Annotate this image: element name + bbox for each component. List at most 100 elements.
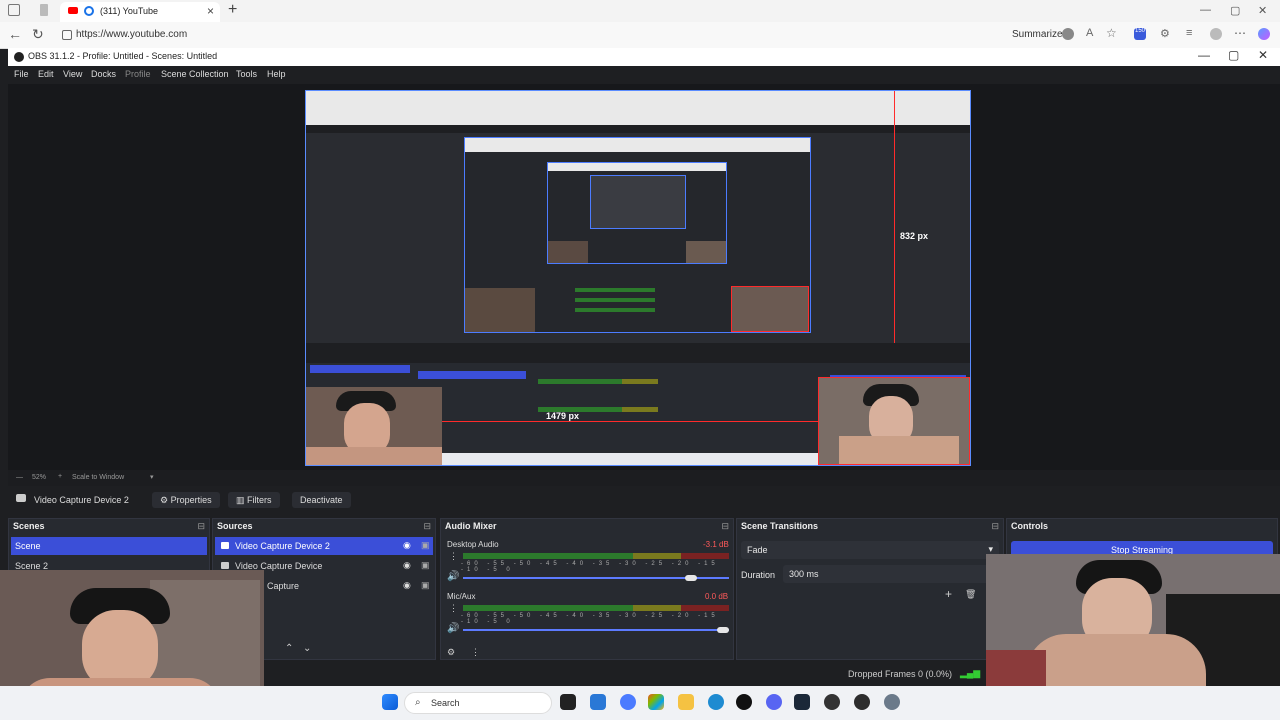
refresh-icon[interactable]: ↻	[32, 26, 44, 43]
scene-transitions-title: Scene Transitions	[741, 521, 819, 531]
minimize-icon[interactable]: —	[1200, 4, 1211, 16]
summarize-button[interactable]: Summarize	[1012, 29, 1063, 40]
url-field[interactable]: https://www.youtube.com	[76, 29, 187, 40]
obs-window-title: OBS 31.1.2 - Profile: Untitled - Scenes:…	[28, 51, 218, 61]
deactivate-button[interactable]: Deactivate	[292, 492, 351, 508]
channel-menu-icon[interactable]: ⋮	[449, 551, 458, 562]
file-explorer-icon[interactable]	[678, 694, 694, 710]
visibility-eye-icon[interactable]: ◉	[403, 560, 411, 571]
discord-icon[interactable]	[766, 694, 782, 710]
mixer-menu-icon[interactable]: ⋮	[471, 647, 480, 658]
search-icon: ⌕	[415, 697, 421, 708]
menu-help[interactable]: Help	[267, 69, 286, 79]
audio-mixer-title: Audio Mixer	[445, 521, 497, 531]
transition-select[interactable]: Fade ▾	[741, 541, 999, 559]
window-menu-icon[interactable]	[8, 4, 20, 16]
scale-mode-dropdown[interactable]: Scale to Window	[72, 474, 124, 481]
copilot-sidebar-icon[interactable]	[1258, 28, 1270, 40]
task-view-icon[interactable]	[560, 694, 576, 710]
maximize-icon[interactable]: ▢	[1230, 4, 1240, 17]
lock-icon[interactable]: ▣	[421, 580, 430, 591]
obs-minimize-icon[interactable]: —	[1198, 48, 1210, 62]
extensions-icon[interactable]: ⚙	[1160, 27, 1172, 40]
more-icon[interactable]: ⋯	[1234, 26, 1246, 40]
webcam-overlay-right	[986, 554, 1280, 686]
camera-source-selected[interactable]	[818, 377, 970, 465]
dock-undock-icon[interactable]: ⊟	[721, 521, 729, 532]
add-transition-icon[interactable]: +	[945, 587, 952, 601]
volume-slider-handle[interactable]	[717, 627, 729, 633]
meter-scale: -60 -55 -50 -45 -40 -35 -30 -25 -20 -15 …	[461, 561, 719, 573]
start-icon[interactable]	[382, 694, 398, 710]
new-tab-button[interactable]: +	[228, 1, 237, 19]
favorites-icon[interactable]: ≡	[1186, 27, 1198, 39]
menu-edit[interactable]: Edit	[38, 69, 54, 79]
source-item[interactable]: Video Capture Device 2 ◉ ▣	[215, 537, 433, 555]
zoom-out-icon[interactable]: —	[16, 474, 23, 481]
settings-icon[interactable]	[884, 694, 900, 710]
taskbar-search[interactable]: ⌕ Search	[404, 692, 552, 714]
menu-profile[interactable]: Profile	[125, 69, 151, 79]
menu-tools[interactable]: Tools	[236, 69, 257, 79]
obs-title-bar: OBS 31.1.2 - Profile: Untitled - Scenes:…	[8, 48, 1280, 66]
channel-menu-icon[interactable]: ⋮	[449, 603, 458, 614]
signal-strength-icon: ▂▄▆	[960, 668, 981, 678]
camera-source-left[interactable]	[306, 387, 442, 465]
steam-icon[interactable]	[794, 694, 810, 710]
app-icon[interactable]	[824, 694, 840, 710]
site-info-icon[interactable]	[62, 30, 72, 40]
close-window-icon[interactable]: ✕	[1258, 4, 1267, 17]
menu-view[interactable]: View	[63, 69, 82, 79]
source-label: Capture	[267, 581, 300, 591]
close-tab-icon[interactable]: ×	[207, 4, 214, 18]
back-icon[interactable]: ←	[8, 26, 22, 42]
dock-undock-icon[interactable]: ⊟	[991, 521, 999, 532]
read-aloud-icon[interactable]: A	[1086, 27, 1098, 39]
favorite-star-icon[interactable]: ☆	[1106, 26, 1118, 40]
trash-icon[interactable]: 🗑	[965, 589, 976, 600]
move-up-icon[interactable]: ⌃	[285, 643, 293, 654]
volume-slider-handle[interactable]	[685, 575, 698, 581]
camera-icon	[221, 562, 229, 569]
obs-maximize-icon[interactable]: ▢	[1228, 48, 1239, 62]
channel-level: -3.1 dB	[703, 540, 729, 549]
advanced-audio-gear-icon[interactable]: ⚙	[447, 647, 455, 658]
menu-scene-collection[interactable]: Scene Collection	[161, 69, 229, 79]
camera-icon	[221, 542, 229, 549]
tiktok-icon[interactable]	[736, 694, 752, 710]
speaker-icon[interactable]: 🔊	[447, 623, 459, 634]
properties-button[interactable]: ⚙ Properties	[152, 492, 220, 508]
copilot-icon[interactable]	[1062, 28, 1074, 40]
edge-icon[interactable]	[708, 694, 724, 710]
duration-input[interactable]: 300 ms	[783, 565, 999, 583]
dock-undock-icon[interactable]: ⊟	[423, 521, 431, 532]
scene-item[interactable]: Scene	[11, 537, 207, 555]
dock-undock-icon[interactable]: ⊟	[197, 521, 205, 532]
obs-taskbar-icon[interactable]	[854, 694, 870, 710]
menu-file[interactable]: File	[14, 69, 29, 79]
tab-actions-icon[interactable]	[40, 4, 48, 16]
lock-icon[interactable]: ▣	[421, 540, 430, 551]
obs-close-icon[interactable]: ✕	[1258, 48, 1268, 62]
tab-youtube[interactable]: (311) YouTube ×	[60, 2, 220, 22]
preview-canvas[interactable]: 832 px 1479 px	[305, 90, 971, 466]
copilot-app-icon[interactable]	[620, 694, 636, 710]
lock-icon[interactable]: ▣	[421, 560, 430, 571]
extension-badge-icon[interactable]: 150	[1134, 28, 1146, 40]
measure-vertical-label: 832 px	[900, 231, 929, 241]
chevron-down-icon[interactable]: ▾	[150, 473, 154, 481]
zoom-in-icon[interactable]: +	[58, 473, 62, 480]
tab-title: (311) YouTube	[100, 6, 159, 16]
filters-button[interactable]: ▥ Filters	[228, 492, 280, 508]
menu-docks[interactable]: Docks	[91, 69, 116, 79]
ms-store-icon[interactable]	[648, 694, 664, 710]
store-icon[interactable]	[590, 694, 606, 710]
speaker-icon[interactable]: 🔊	[447, 571, 459, 582]
move-down-icon[interactable]: ⌄	[303, 643, 311, 654]
volume-slider[interactable]	[463, 629, 729, 631]
meter-scale: -60 -55 -50 -45 -40 -35 -30 -25 -20 -15 …	[461, 613, 719, 625]
visibility-eye-icon[interactable]: ◉	[403, 580, 411, 591]
visibility-eye-icon[interactable]: ◉	[403, 540, 411, 551]
nested-preview-1	[464, 137, 811, 333]
profile-avatar[interactable]	[1210, 28, 1222, 40]
